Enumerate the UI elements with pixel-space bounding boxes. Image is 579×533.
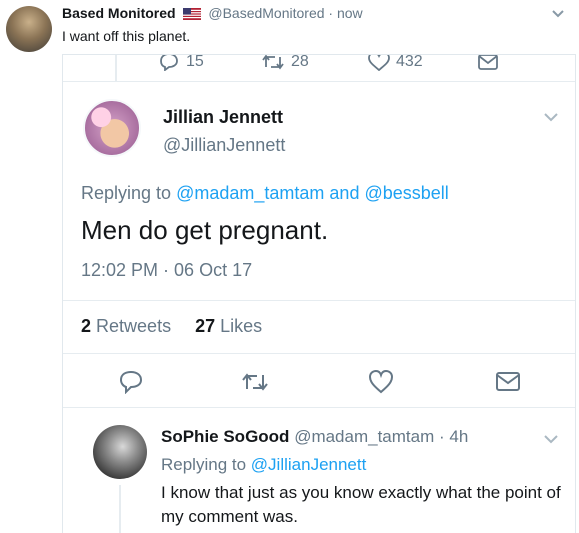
tweet-header: Based Monitored @BasedMonitored · now — [62, 5, 363, 23]
replying-prefix: Replying to — [81, 183, 172, 203]
tweet-time[interactable]: now — [337, 5, 363, 21]
mention-link[interactable]: @madam_tamtam — [176, 183, 324, 203]
replying-to: Replying to @JillianJennett — [161, 455, 366, 475]
avatar[interactable] — [93, 425, 147, 479]
replying-prefix: Replying to — [161, 455, 247, 474]
retweets-count: 2 — [81, 316, 92, 336]
retweet-action[interactable]: 28 — [261, 54, 309, 71]
divider — [63, 353, 575, 354]
display-name[interactable]: Jillian Jennett — [163, 107, 283, 128]
tweet-text: Men do get pregnant. — [81, 215, 329, 245]
display-name[interactable]: SoPhie SoGood — [161, 427, 289, 446]
avatar[interactable] — [6, 6, 52, 52]
user-handle[interactable]: @madam_tamtam — [294, 427, 434, 446]
separator-dot: · — [328, 5, 334, 21]
retweet-icon — [262, 55, 284, 70]
tweet-stats: 2 Retweets 27 Likes — [81, 316, 262, 337]
message-icon[interactable] — [495, 370, 521, 399]
retweet-icon[interactable] — [241, 370, 269, 399]
tweet-text: I want off this planet. — [62, 28, 191, 44]
action-bar — [63, 369, 575, 399]
reply-count: 15 — [186, 54, 204, 70]
like-action[interactable]: 432 — [368, 54, 423, 71]
top-action-bar: 15 28 432 — [63, 54, 575, 75]
user-handle[interactable]: @JillianJennett — [163, 135, 285, 156]
chevron-down-icon[interactable] — [543, 431, 559, 449]
divider — [63, 407, 575, 408]
like-icon — [368, 55, 390, 71]
replying-and: and — [329, 183, 360, 203]
message-action[interactable] — [477, 55, 499, 71]
mention-link[interactable]: @bessbell — [364, 183, 448, 203]
likes-stat[interactable]: 27 Likes — [195, 316, 262, 336]
user-handle[interactable]: @BasedMonitored — [208, 5, 324, 21]
likes-count: 27 — [195, 316, 216, 336]
reply-action[interactable]: 15 — [158, 54, 204, 71]
mention-link[interactable]: @JillianJennett — [251, 455, 367, 474]
retweet-count: 28 — [291, 54, 309, 70]
likes-label: Likes — [220, 316, 263, 336]
us-flag-icon — [183, 7, 202, 23]
tweet-text: I know that just as you know exactly wha… — [161, 483, 561, 526]
divider — [63, 81, 575, 82]
retweets-label: Retweets — [96, 316, 172, 336]
reply-icon — [160, 55, 178, 71]
separator-dot: · — [439, 427, 445, 446]
tweet-header: SoPhie SoGood @madam_tamtam · 4h — [161, 427, 468, 447]
thread-line — [119, 485, 121, 533]
chevron-down-icon[interactable] — [551, 6, 565, 24]
display-name[interactable]: Based Monitored — [62, 5, 176, 21]
tweet-timestamp[interactable]: 12:02 PM · 06 Oct 17 — [81, 260, 252, 281]
like-icon[interactable] — [368, 369, 394, 399]
replying-to: Replying to @madam_tamtam and @bessbell — [81, 183, 449, 204]
embedded-screenshot: 15 28 432 Jillian Jennett @JillianJennet… — [62, 54, 576, 533]
avatar[interactable] — [83, 99, 141, 157]
message-icon — [478, 55, 498, 70]
chevron-down-icon[interactable] — [543, 109, 559, 127]
retweets-stat[interactable]: 2 Retweets — [81, 316, 171, 336]
reply-icon[interactable] — [118, 370, 144, 399]
like-count: 432 — [396, 54, 423, 70]
divider — [63, 300, 575, 301]
tweet-time[interactable]: 4h — [449, 427, 468, 446]
